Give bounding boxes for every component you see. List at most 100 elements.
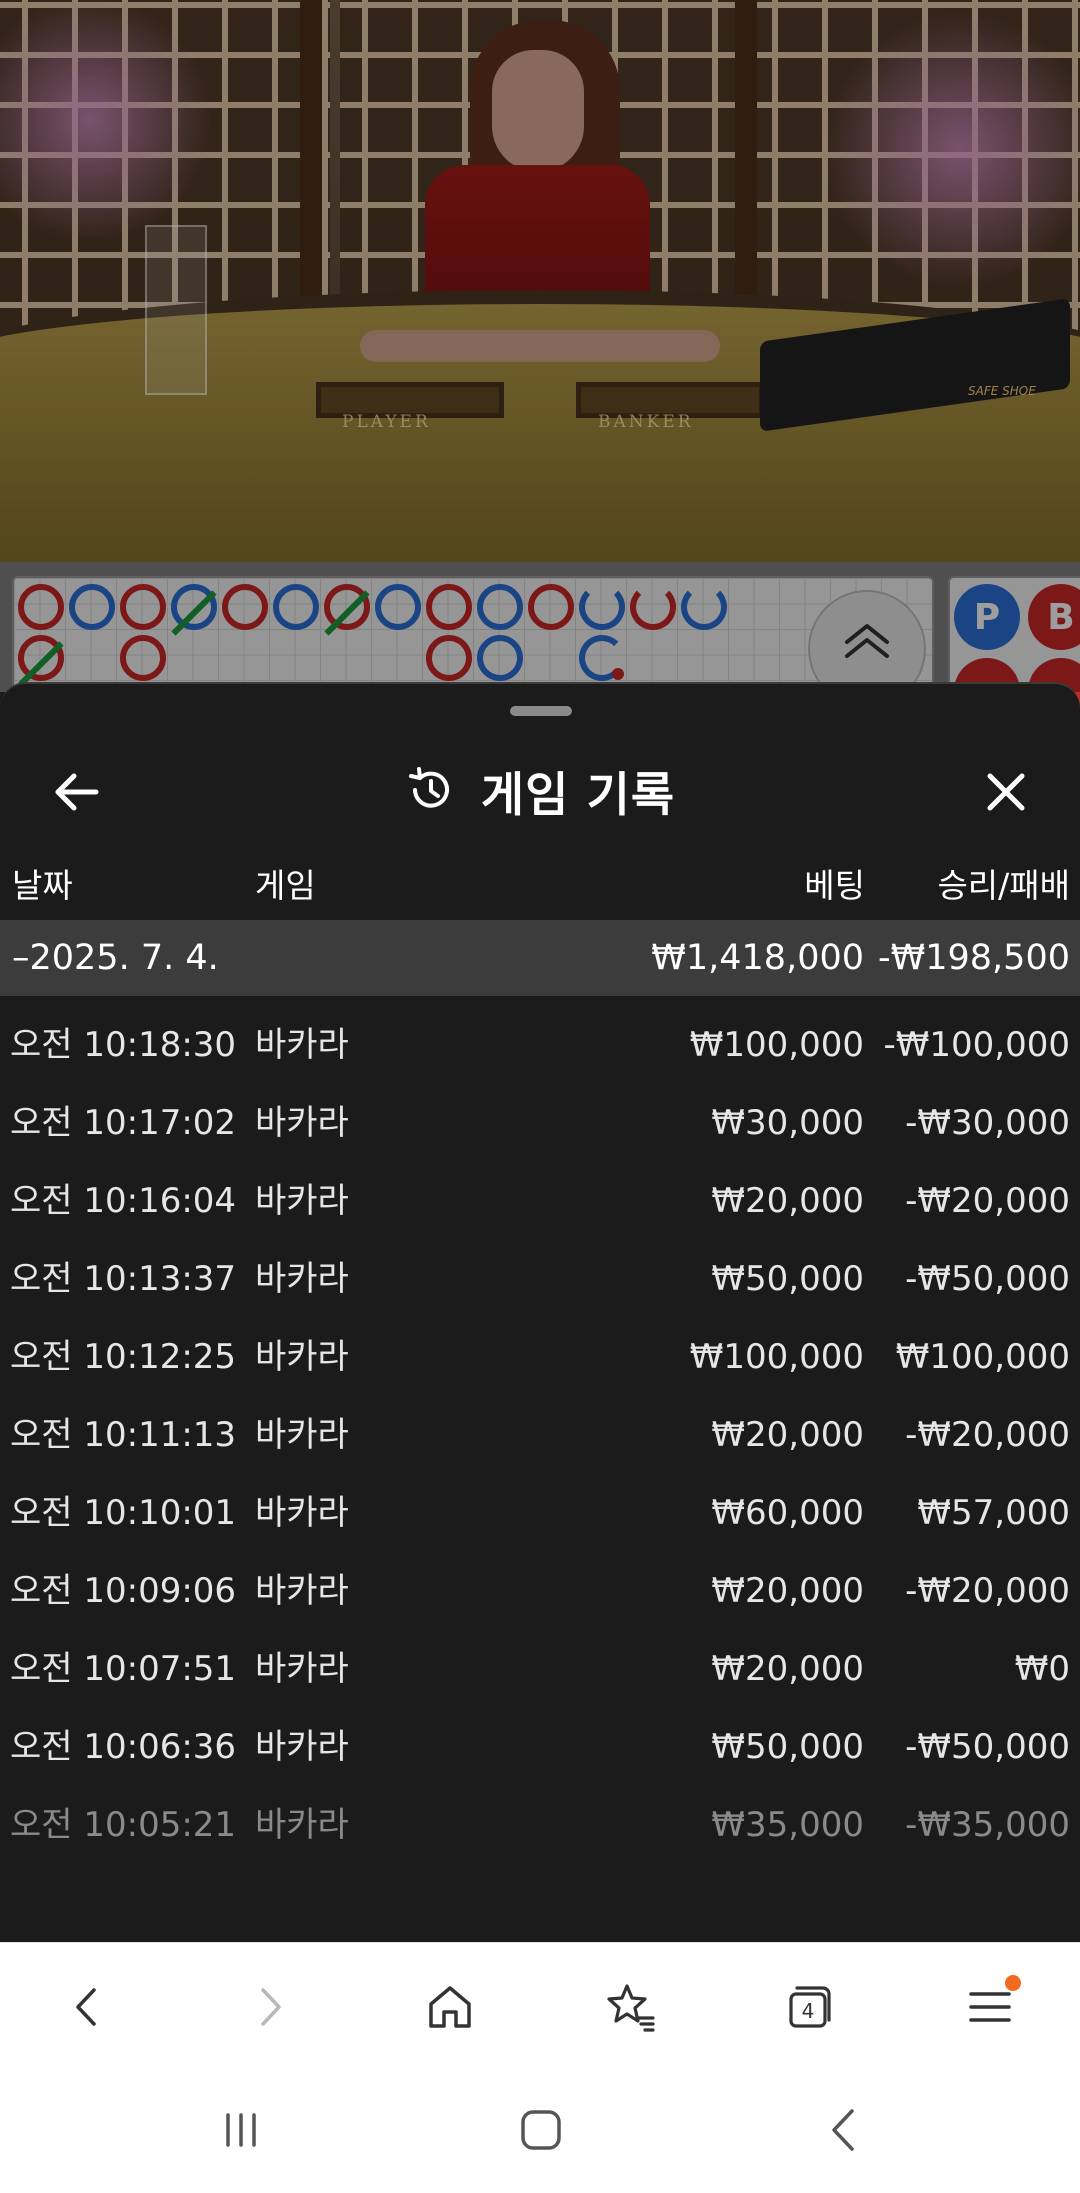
- list-fade-overlay: [0, 1844, 1080, 1942]
- system-home-button[interactable]: [486, 2090, 596, 2170]
- road-bead-banker-tie: [18, 635, 64, 687]
- history-row[interactable]: 오전 10:17:02 바카라 ₩30,000 -₩30,000: [0, 1084, 1080, 1162]
- browser-back-button[interactable]: [42, 1965, 132, 2049]
- game-history-sheet: 게임 기록 날짜 게임 베팅 승리/패배 –2025. 7. 4. ₩1,418…: [0, 682, 1080, 1942]
- row-win-loss: ₩57,000: [917, 1493, 1070, 1533]
- row-time: 오전 10:11:13: [10, 1415, 237, 1455]
- date-summary-row[interactable]: –2025. 7. 4. ₩1,418,000 -₩198,500: [0, 920, 1080, 996]
- row-win-loss: -₩20,000: [905, 1415, 1070, 1455]
- row-win-loss: -₩30,000: [905, 1103, 1070, 1143]
- road-bead-banker: [18, 584, 64, 630]
- road-bead-banker-tie: [324, 584, 370, 636]
- row-time: 오전 10:18:30: [10, 1025, 237, 1065]
- recent-apps-button[interactable]: [186, 2090, 296, 2170]
- road-bead-player: [69, 584, 115, 630]
- live-video-stream: PLAYER BANKER SAFE SHOE: [0, 0, 1080, 562]
- row-bet: ₩20,000: [711, 1415, 864, 1455]
- home-icon: [521, 2110, 561, 2150]
- row-bet: ₩60,000: [711, 1493, 864, 1533]
- road-bead-banker: [426, 584, 472, 630]
- back-icon: [76, 1988, 96, 2026]
- road-bead-player-tie: [171, 584, 217, 636]
- history-row[interactable]: 오전 10:09:06 바카라 ₩20,000 -₩20,000: [0, 1552, 1080, 1630]
- browser-home-button[interactable]: [405, 1965, 495, 2049]
- row-bet: ₩20,000: [711, 1181, 864, 1221]
- row-win-loss: ₩0: [1014, 1649, 1070, 1689]
- tabs-icon: 4: [789, 1986, 831, 2028]
- history-row[interactable]: 오전 10:16:04 바카라 ₩20,000 -₩20,000: [0, 1162, 1080, 1240]
- history-rows: 오전 10:18:30 바카라 ₩100,000 -₩100,000 오전 10…: [0, 1006, 1080, 1864]
- browser-bookmarks-button[interactable]: [585, 1965, 675, 2049]
- road-bead-player: [273, 584, 319, 630]
- browser-menu-button[interactable]: [945, 1965, 1035, 2049]
- history-row[interactable]: 오전 10:07:51 바카라 ₩20,000 ₩0: [0, 1630, 1080, 1708]
- row-game: 바카라: [255, 1727, 349, 1767]
- row-bet: ₩50,000: [711, 1259, 864, 1299]
- row-game: 바카라: [255, 1415, 349, 1455]
- row-game: 바카라: [255, 1337, 349, 1377]
- road-bead-banker: [528, 584, 574, 630]
- row-game: 바카라: [255, 1259, 349, 1299]
- sheet-drag-handle[interactable]: [510, 706, 572, 716]
- road-bead-player: [477, 584, 523, 630]
- sheet-title: 게임 기록: [480, 767, 676, 823]
- road-bead-player-pair: [579, 635, 625, 681]
- row-time: 오전 10:06:36: [10, 1727, 237, 1767]
- history-row[interactable]: 오전 10:12:25 바카라 ₩100,000 ₩100,000: [0, 1318, 1080, 1396]
- history-icon: [408, 767, 449, 808]
- row-time: 오전 10:13:37: [10, 1259, 237, 1299]
- browser-forward-button[interactable]: [225, 1965, 315, 2049]
- row-win-loss: -₩20,000: [905, 1571, 1070, 1611]
- row-time: 오전 10:12:25: [10, 1337, 237, 1377]
- history-row[interactable]: 오전 10:13:37 바카라 ₩50,000 -₩50,000: [0, 1240, 1080, 1318]
- close-button[interactable]: [970, 760, 1042, 824]
- system-back-button[interactable]: [790, 2090, 900, 2170]
- bead-road-player: P: [954, 584, 1020, 650]
- road-bead-player: [375, 584, 421, 630]
- column-header-game: 게임: [255, 866, 316, 905]
- summary-bet-total: ₩1,418,000: [651, 938, 864, 978]
- history-row[interactable]: 오전 10:18:30 바카라 ₩100,000 -₩100,000: [0, 1006, 1080, 1084]
- row-bet: ₩100,000: [689, 1337, 864, 1377]
- home-icon: [429, 1986, 471, 2028]
- row-win-loss: -₩50,000: [905, 1259, 1070, 1299]
- back-icon: [832, 2109, 854, 2151]
- bookmarks-icon: [607, 1984, 655, 2032]
- row-bet: ₩30,000: [711, 1103, 864, 1143]
- row-time: 오전 10:09:06: [10, 1571, 237, 1611]
- road-bead-player: [477, 635, 523, 681]
- road-bead-banker: [120, 635, 166, 681]
- road-bead-banker: [120, 584, 166, 630]
- column-header-win-loss: 승리/패배: [937, 866, 1070, 905]
- row-bet: ₩20,000: [711, 1571, 864, 1611]
- row-game: 바카라: [255, 1025, 349, 1065]
- road-bead-banker: [630, 584, 676, 630]
- row-win-loss: -₩50,000: [905, 1727, 1070, 1767]
- recent-apps-icon: [226, 2113, 256, 2147]
- row-time: 오전 10:10:01: [10, 1493, 237, 1533]
- row-game: 바카라: [255, 1181, 349, 1221]
- row-time: 오전 10:16:04: [10, 1181, 237, 1221]
- row-time: 오전 10:17:02: [10, 1103, 237, 1143]
- history-row[interactable]: 오전 10:06:36 바카라 ₩50,000 -₩50,000: [0, 1708, 1080, 1786]
- row-win-loss: -₩20,000: [905, 1181, 1070, 1221]
- row-bet: ₩50,000: [711, 1727, 864, 1767]
- road-bead-player: [579, 584, 625, 630]
- row-bet: ₩20,000: [711, 1649, 864, 1689]
- close-icon: [987, 773, 1025, 811]
- chevron-double-up-icon: [845, 624, 889, 658]
- row-win-loss: -₩100,000: [883, 1025, 1071, 1065]
- notification-dot: [1005, 1975, 1021, 1991]
- row-game: 바카라: [255, 1103, 349, 1143]
- history-row[interactable]: 오전 10:10:01 바카라 ₩60,000 ₩57,000: [0, 1474, 1080, 1552]
- road-bead-banker: [426, 635, 472, 681]
- row-bet: ₩100,000: [689, 1025, 864, 1065]
- column-header-date: 날짜: [12, 866, 73, 905]
- browser-tabs-button[interactable]: 4: [765, 1965, 855, 2049]
- history-row[interactable]: 오전 10:11:13 바카라 ₩20,000 -₩20,000: [0, 1396, 1080, 1474]
- summary-win-loss-total: -₩198,500: [878, 938, 1070, 978]
- forward-icon: [261, 1988, 281, 2026]
- video-dim-overlay: [0, 0, 1080, 562]
- row-game: 바카라: [255, 1493, 349, 1533]
- tab-count: 4: [802, 1999, 815, 2023]
